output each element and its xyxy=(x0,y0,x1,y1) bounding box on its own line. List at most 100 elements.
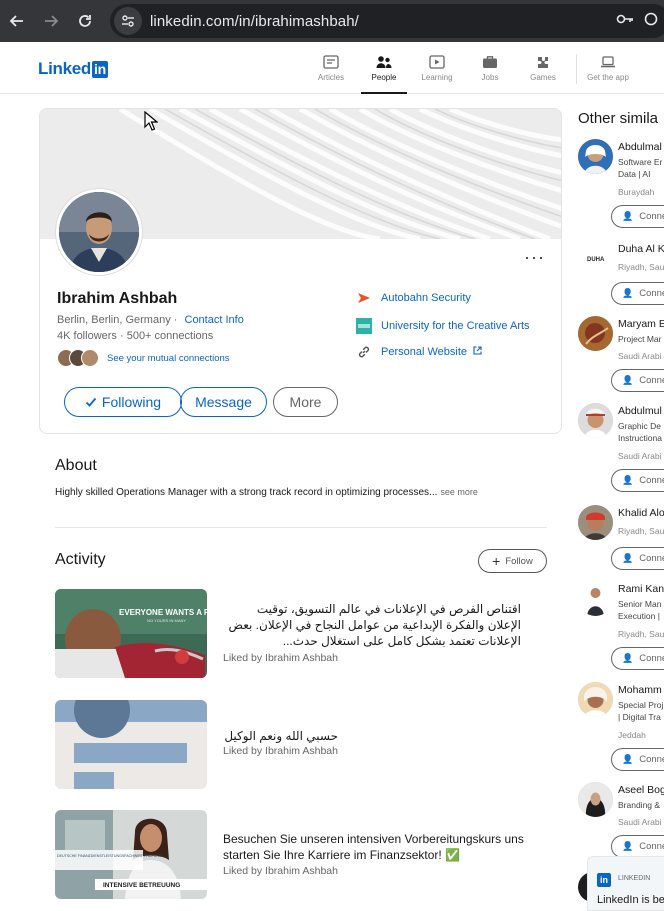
suggestion-avatar[interactable]: DUHA xyxy=(578,241,613,276)
suggestion-avatar[interactable] xyxy=(578,403,613,438)
add-person-icon: 👤 xyxy=(622,841,634,851)
suggestion-name[interactable]: Maryam E xyxy=(618,318,664,330)
post-3-text[interactable]: Besuchen Sie unseren intensiven Vorberei… xyxy=(223,831,553,863)
connect-button[interactable]: 👤 Conne xyxy=(611,748,664,771)
suggestion-headline: Branding & xyxy=(618,799,660,811)
suggestion-headline-line1: Graphic De xyxy=(618,421,661,431)
post-1-caption: EVERYONE WANTS A PAIR xyxy=(119,608,207,617)
nav-get-the-app-label: Get the app xyxy=(587,73,629,82)
add-person-icon: 👤 xyxy=(622,553,634,563)
message-button[interactable]: Message xyxy=(180,387,267,417)
site-settings-icon[interactable] xyxy=(114,7,142,35)
mutual-connections-link[interactable]: See your mutual connections xyxy=(107,353,230,364)
post-thumbnail[interactable]: DEUTSCHE FINANZDIENSTLEISTUNGSFACHWIRT P… xyxy=(55,810,207,899)
reload-icon[interactable] xyxy=(68,0,102,42)
assoc-uca[interactable]: University for the Creative Arts xyxy=(356,318,530,334)
following-button[interactable]: Following xyxy=(64,387,182,417)
connections-count: 500+ connections xyxy=(126,330,214,342)
key-icon[interactable] xyxy=(616,12,634,30)
suggestion-headline-line2: Instructiona xyxy=(618,433,662,443)
post-3-small-caption: DEUTSCHE FINANZDIENSTLEISTUNGSFACHWIRT P… xyxy=(57,854,162,858)
nav-learning[interactable]: Learning xyxy=(412,52,462,92)
post-thumbnail[interactable]: EVERYONE WANTS A PAIR NO YOURS IN MANY xyxy=(55,589,207,678)
suggestion-location: Saudi Arabi xyxy=(618,817,662,827)
add-person-icon: 👤 xyxy=(622,375,634,385)
connections-separator: · xyxy=(116,330,127,342)
post-3-liked-by: Liked by Ibrahim Ashbah xyxy=(223,865,338,877)
suggestion-avatar[interactable] xyxy=(578,505,613,540)
games-icon xyxy=(518,52,568,72)
suggestion-name[interactable]: Rami Kan xyxy=(618,583,664,595)
add-person-icon: 👤 xyxy=(622,754,634,764)
suggestion-name[interactable]: Abdulmul xyxy=(618,405,662,417)
profile-connections-line: 4K followers · 500+ connections xyxy=(57,330,213,342)
url-path: /in/ibrahimashbah/ xyxy=(234,12,359,30)
post-1-text[interactable]: اقتناص الفرص في الإعلانات في عالم التسوي… xyxy=(223,601,521,649)
address-bar[interactable]: linkedin.com/in/ibrahimashbah/ xyxy=(110,4,664,38)
forward-icon[interactable] xyxy=(34,0,68,42)
connect-button[interactable]: 👤 Conne xyxy=(611,205,664,228)
suggestion-name[interactable]: Abdulmal xyxy=(618,141,662,153)
connect-button[interactable]: 👤 Conne xyxy=(611,369,664,392)
nav-articles-label: Articles xyxy=(317,73,345,82)
suggestion-avatar[interactable] xyxy=(578,581,613,616)
activity-follow-button[interactable]: + Follow xyxy=(478,549,547,573)
suggestion-headline-line2: Execution | xyxy=(618,611,660,621)
suggestion-name[interactable]: Mohamm xyxy=(618,684,662,696)
people-icon xyxy=(359,52,409,72)
more-actions-icon[interactable]: ··· xyxy=(524,247,545,268)
suggestion-avatar[interactable] xyxy=(578,316,613,351)
suggestion-headline-line1: Senior Man xyxy=(618,599,662,609)
suggestion-location: Riyadh, Sau xyxy=(618,526,664,536)
assoc-autobahn-security[interactable]: Autobahn Security xyxy=(356,290,471,306)
post-2-text[interactable]: حسبي الله ونعم الوكيل xyxy=(223,728,338,744)
browser-toolbar: linkedin.com/in/ibrahimashbah/ xyxy=(0,0,664,42)
add-person-icon: 👤 xyxy=(622,475,634,485)
suggestion-avatar[interactable] xyxy=(578,682,613,717)
nav-jobs[interactable]: Jobs xyxy=(465,52,515,92)
plus-icon: + xyxy=(492,553,501,569)
assoc-personal-website[interactable]: Personal Website xyxy=(356,344,482,360)
nav-games[interactable]: Games xyxy=(518,52,568,92)
check-icon xyxy=(85,397,97,407)
nav-get-the-app[interactable]: Get the app xyxy=(583,52,633,92)
more-button[interactable]: More xyxy=(273,387,338,417)
nav-articles[interactable]: Articles xyxy=(306,52,356,92)
suggestion-avatar[interactable] xyxy=(578,139,613,174)
suggestion-name[interactable]: Aseel Bog xyxy=(618,784,664,796)
about-see-more-link[interactable]: see more xyxy=(440,487,478,497)
url-host: linkedin.com xyxy=(150,12,235,30)
nav-people-label: People xyxy=(371,73,397,82)
duha-logo-text: DUHA xyxy=(587,257,605,263)
back-icon[interactable] xyxy=(0,0,34,42)
connect-button[interactable]: 👤 Conne xyxy=(611,647,664,670)
suggestion-headline: Special Proj | Digital Tra xyxy=(618,699,663,723)
connect-button[interactable]: 👤 Conne xyxy=(611,547,664,570)
followers-count: 4K followers xyxy=(57,330,117,342)
mutual-connections[interactable]: See your mutual connections xyxy=(57,349,230,367)
section-divider xyxy=(55,527,547,528)
contact-info-link[interactable]: Contact Info xyxy=(185,314,244,326)
about-heading: About xyxy=(55,457,97,474)
suggestion-avatar[interactable] xyxy=(578,782,613,817)
connect-button[interactable]: 👤 Conne xyxy=(611,282,664,305)
extension-icon[interactable] xyxy=(644,12,658,31)
articles-icon xyxy=(306,52,356,72)
suggestion-name[interactable]: Khalid Alo xyxy=(618,507,664,519)
add-person-icon: 👤 xyxy=(622,211,634,221)
connect-button[interactable]: 👤 Conne xyxy=(611,469,664,492)
link-icon xyxy=(356,344,372,360)
activity-follow-label: Follow xyxy=(505,555,533,567)
suggestion-name[interactable]: Duha Al K xyxy=(618,243,664,255)
profile-card: ··· Ibrahim Ashbah Berlin, Berlin, Germa… xyxy=(39,108,562,434)
linkedin-promo-popup[interactable]: in LINKEDIN LinkedIn is be xyxy=(587,856,664,911)
mutual-avatar xyxy=(81,349,99,367)
about-text: Highly skilled Operations Manager with a… xyxy=(55,487,555,498)
linkedin-logo[interactable]: Linked in xyxy=(38,59,108,79)
post-3-image: DEUTSCHE FINANZDIENSTLEISTUNGSFACHWIRT P… xyxy=(55,810,207,899)
nav-people[interactable]: People xyxy=(359,52,409,94)
connect-label: Conne xyxy=(639,754,664,765)
profile-avatar[interactable] xyxy=(56,189,142,275)
connect-button[interactable]: 👤 Conne xyxy=(611,835,664,858)
post-thumbnail[interactable] xyxy=(55,700,207,789)
